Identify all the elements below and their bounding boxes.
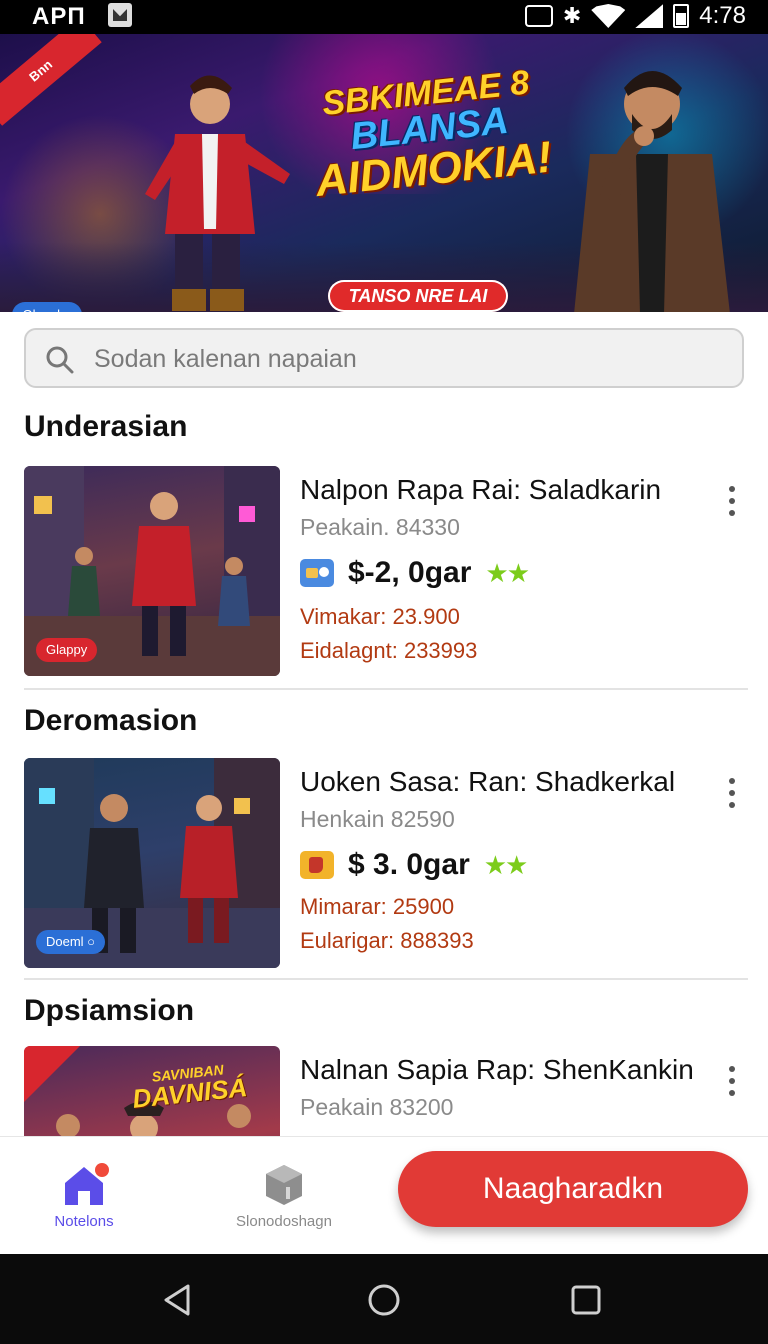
- nav-item-home[interactable]: Notelons: [4, 1163, 164, 1230]
- section-title: Dpsiamsion: [24, 994, 195, 1027]
- search-input[interactable]: [94, 340, 724, 378]
- clock: 4:78: [699, 2, 746, 29]
- game-card[interactable]: SAVNIBAN DAVNISÁ Nalnan Sapia Rap: ShenK…: [24, 1046, 748, 1136]
- bottom-navigation: Notelons Slonodoshagn Naagharadkn: [0, 1136, 768, 1254]
- divider: [24, 688, 748, 690]
- status-bar: APΠ ✱ 4:78: [0, 0, 768, 34]
- notification-app-icon: [108, 3, 132, 27]
- hero-ribbon: Bnn: [0, 34, 102, 126]
- hero-cta-button[interactable]: TANSO NRE LAI: [328, 280, 508, 312]
- game-stat: Eularigar: 888393: [300, 928, 474, 953]
- home-circle-icon[interactable]: [366, 1282, 402, 1318]
- recents-icon[interactable]: [568, 1282, 604, 1318]
- hero-banner[interactable]: Bnn SBKIMEAE 8 BLANSA AIDMOKIA! TANSO NR…: [0, 34, 768, 312]
- game-title[interactable]: Nalpon Rapa Rai: Saladkarin: [300, 474, 661, 506]
- cell-signal-icon: [635, 4, 664, 28]
- game-card[interactable]: Glappy Nalpon Rapa Rai: Saladkarin Peaka…: [24, 466, 748, 678]
- primary-action-button[interactable]: Naagharadkn: [398, 1151, 748, 1227]
- hero-title: SBKIMEAE 8 BLANSA AIDMOKIA!: [295, 63, 566, 206]
- game-thumbnail[interactable]: SAVNIBAN DAVNISÁ: [24, 1046, 280, 1136]
- package-icon: [264, 1163, 304, 1207]
- game-subtitle: Peakain. 84330: [300, 514, 460, 540]
- wifi-icon: [591, 4, 626, 28]
- search-icon: [46, 346, 74, 374]
- game-thumbnail[interactable]: Doeml ○: [24, 758, 280, 968]
- rating-stars: ★★: [485, 557, 530, 588]
- hero-badge: Glopal ○: [12, 302, 82, 312]
- thumbnail-tag: Doeml ○: [36, 930, 106, 954]
- carrier-label: APΠ: [32, 3, 86, 30]
- game-card[interactable]: Doeml ○ Uoken Sasa: Ran: Shadkerkal Henk…: [24, 758, 748, 970]
- game-price: $-2, 0gar: [348, 556, 472, 589]
- vibrate-icon: [524, 5, 553, 27]
- controller-icon: [300, 559, 334, 587]
- game-stat: Eidalagnt: 233993: [300, 638, 478, 663]
- game-stat: Vimakar: 23.900: [300, 604, 460, 629]
- nav-item-store[interactable]: Slonodoshagn: [204, 1163, 364, 1230]
- home-icon: [61, 1163, 109, 1207]
- bluetooth-icon: ✱: [562, 3, 582, 28]
- search-bar[interactable]: [24, 328, 744, 388]
- price-row: $ 3. 0gar ★★: [300, 848, 529, 882]
- section-title: Underasian: [24, 410, 188, 443]
- more-options-icon[interactable]: [728, 486, 736, 520]
- game-title[interactable]: Uoken Sasa: Ran: Shadkerkal: [300, 766, 675, 798]
- game-price: $ 3. 0gar: [348, 848, 470, 881]
- system-navigation-bar: [0, 1254, 768, 1344]
- game-list[interactable]: Underasian Glappy Nalpon Rapa Rai: Salad…: [0, 312, 768, 1136]
- nav-label: Notelons: [54, 1213, 114, 1230]
- game-title[interactable]: Nalnan Sapia Rap: ShenKankin: [300, 1054, 694, 1086]
- more-options-icon[interactable]: [728, 778, 736, 812]
- nav-label: Slonodoshagn: [236, 1213, 332, 1230]
- thumbnail-tag: Glappy: [36, 638, 98, 662]
- game-stat: Mimarar: 25900: [300, 894, 455, 919]
- divider: [24, 978, 748, 980]
- section-title: Deromasion: [24, 704, 198, 737]
- banner-character-right: [574, 71, 730, 312]
- game-subtitle: Peakain 83200: [300, 1094, 454, 1120]
- boot-icon: [300, 851, 334, 879]
- banner-character-left: [145, 75, 290, 311]
- battery-icon: [673, 4, 690, 28]
- game-thumbnail[interactable]: Glappy: [24, 466, 280, 676]
- notification-dot: [95, 1163, 109, 1177]
- game-subtitle: Henkain 82590: [300, 806, 455, 832]
- rating-stars: ★★: [483, 849, 529, 880]
- back-icon[interactable]: [160, 1282, 196, 1318]
- more-options-icon[interactable]: [728, 1066, 736, 1100]
- status-icons: ✱ 4:78: [524, 2, 746, 30]
- price-row: $-2, 0gar ★★: [300, 556, 530, 590]
